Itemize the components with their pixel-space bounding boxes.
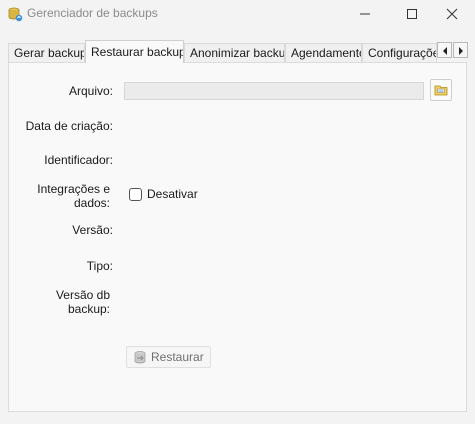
desativar-checkbox[interactable] — [129, 188, 142, 201]
tab-label: Restaurar backup — [91, 45, 184, 59]
minimize-icon — [360, 13, 370, 15]
database-restore-icon — [134, 351, 146, 364]
tab-scroll-arrows — [437, 42, 469, 59]
restore-button[interactable]: Restaurar — [126, 346, 211, 368]
tab-anonimizar-backup[interactable]: Anonimizar backup — [184, 43, 285, 62]
restore-panel: Arquivo: Data de criação: Identificador:… — [8, 62, 467, 412]
title-bar: Gerenciador de backups — [0, 0, 475, 28]
tab-label: Anonimizar backup — [190, 46, 285, 60]
integracoes-label: Integrações e dados: — [19, 182, 110, 210]
tab-label: Gerar backup — [14, 46, 85, 60]
versao-db-label-line2: backup: — [67, 302, 110, 316]
close-button[interactable] — [429, 0, 475, 28]
tab-scroll-left-button[interactable] — [437, 42, 452, 58]
close-icon — [446, 8, 458, 20]
arrow-left-icon — [443, 47, 447, 55]
database-backup-icon — [7, 6, 23, 22]
versao-label: Versão: — [72, 223, 113, 237]
versao-db-label: Versão db backup: — [19, 288, 110, 316]
minimize-button[interactable] — [342, 0, 388, 28]
arquivo-label: Arquivo: — [68, 84, 113, 98]
desativar-label[interactable]: Desativar — [147, 187, 198, 201]
tab-label: Agendamento — [291, 46, 362, 60]
restore-button-label: Restaurar — [151, 350, 204, 364]
integracoes-label-line2: dados: — [73, 196, 110, 210]
tab-label: Configurações — [368, 46, 436, 60]
window-title: Gerenciador de backups — [27, 6, 158, 20]
tab-gerar-backup[interactable]: Gerar backup — [8, 43, 85, 62]
tab-scroll-right-button[interactable] — [453, 42, 468, 58]
tab-agendamento[interactable]: Agendamento — [285, 43, 362, 62]
versao-db-label-line1: Versão db — [55, 288, 110, 302]
identificador-label: Identificador: — [44, 153, 113, 167]
tab-restaurar-backup[interactable]: Restaurar backup — [85, 40, 184, 63]
arrow-right-icon — [459, 47, 463, 55]
tab-configuracoes[interactable]: Configurações — [362, 43, 437, 62]
browse-file-button[interactable] — [430, 79, 452, 101]
integracoes-label-line1: Integrações e — [37, 182, 110, 196]
arquivo-field[interactable] — [124, 82, 424, 100]
data-criacao-label: Data de criação: — [25, 119, 113, 133]
open-folder-icon — [434, 85, 448, 96]
tab-strip: Gerar backup Restaurar backup Anonimizar… — [8, 40, 473, 63]
tipo-label: Tipo: — [86, 259, 113, 273]
maximize-icon — [407, 9, 417, 19]
